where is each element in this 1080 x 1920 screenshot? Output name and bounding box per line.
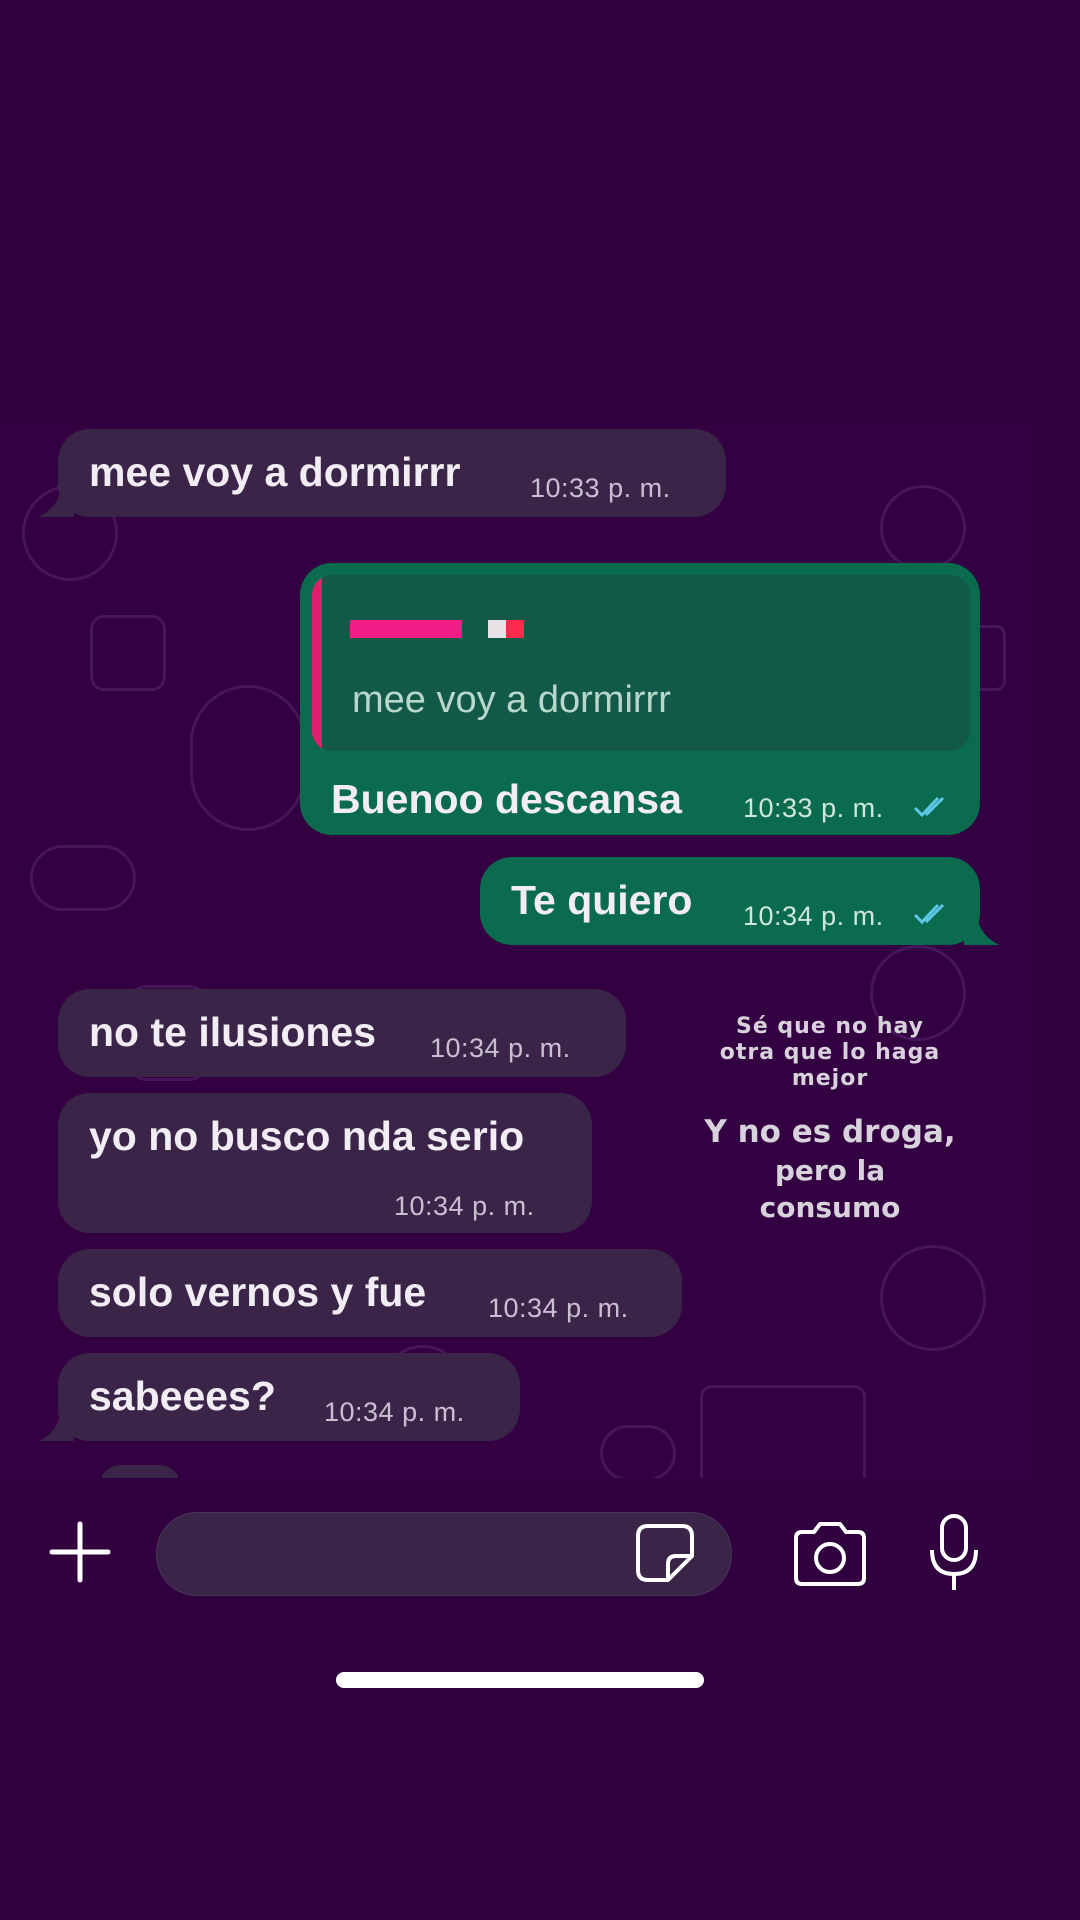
microphone-icon[interactable] [924, 1512, 984, 1594]
message-bubble-incoming[interactable]: sabeees? 10:34 p. m. [58, 1353, 520, 1441]
message-bubble-incoming[interactable]: solo vernos y fue 10:34 p. m. [58, 1249, 682, 1337]
camera-icon[interactable] [790, 1518, 870, 1588]
message-text: Te quiero [511, 877, 693, 923]
message-time: 10:33 p. m. [530, 473, 671, 503]
overlay-line: consumo [759, 1191, 901, 1224]
overlay-line: pero la [774, 1154, 886, 1187]
quoted-message[interactable]: mee voy a dormirrr [312, 575, 970, 751]
message-bubble-partial [100, 1465, 180, 1478]
overlay-line: Sé que no hay [735, 1014, 925, 1039]
message-bubble-outgoing[interactable]: mee voy a dormirrr Buenoo descansa 10:33… [300, 563, 980, 835]
read-receipt-icon [913, 796, 945, 818]
doodle-pattern [880, 485, 966, 571]
doodle-pattern [90, 615, 166, 691]
message-bubble-incoming[interactable]: mee voy a dormirrr 10:33 p. m. [58, 429, 726, 517]
message-time: 10:34 p. m. [324, 1397, 465, 1427]
overlay-line: mejor [791, 1066, 869, 1091]
overlay-caption: Sé que no hay otra que lo haga mejor Y n… [640, 1014, 1020, 1226]
message-time: 10:34 p. m. [394, 1191, 535, 1221]
chat-area: mee voy a dormirrr 10:33 p. m. mee voy a… [0, 425, 1036, 1478]
doodle-pattern [600, 1425, 676, 1478]
quote-accent-bar [312, 575, 322, 751]
bubble-tail [38, 485, 74, 517]
quoted-sender-emoji-redacted [506, 620, 524, 638]
sticker-icon[interactable] [634, 1522, 696, 1584]
message-bubble-incoming[interactable]: yo no busco nda serio 10:34 p. m. [58, 1093, 592, 1233]
message-bubble-incoming[interactable]: no te ilusiones 10:34 p. m. [58, 989, 626, 1077]
plus-icon[interactable] [48, 1520, 112, 1584]
message-text: sabeees? [89, 1373, 276, 1419]
message-text: Buenoo descansa [331, 776, 682, 822]
message-time: 10:34 p. m. [430, 1033, 571, 1063]
message-time: 10:34 p. m. [488, 1293, 629, 1323]
home-indicator[interactable] [336, 1672, 704, 1688]
bubble-tail [38, 1409, 74, 1441]
message-time: 10:34 p. m. [743, 901, 884, 931]
message-text: yo no busco nda serio [89, 1113, 525, 1159]
quoted-sender-emoji-redacted [488, 620, 506, 638]
message-text: mee voy a dormirrr [89, 449, 461, 495]
quoted-text: mee voy a dormirrr [352, 679, 671, 721]
message-bubble-outgoing[interactable]: Te quiero 10:34 p. m. [480, 857, 980, 945]
message-text: solo vernos y fue [89, 1269, 427, 1315]
doodle-pattern [880, 1245, 986, 1351]
bubble-tail [964, 913, 1000, 945]
message-time: 10:33 p. m. [743, 793, 884, 823]
read-receipt-icon [913, 903, 945, 925]
overlay-line: otra que lo haga [719, 1040, 941, 1065]
overlay-line: Y no es droga, [704, 1114, 956, 1150]
doodle-pattern [700, 1385, 866, 1478]
doodle-pattern [190, 685, 306, 831]
doodle-pattern [30, 845, 136, 911]
message-text: no te ilusiones [89, 1009, 377, 1055]
quoted-sender-redacted [350, 620, 462, 638]
